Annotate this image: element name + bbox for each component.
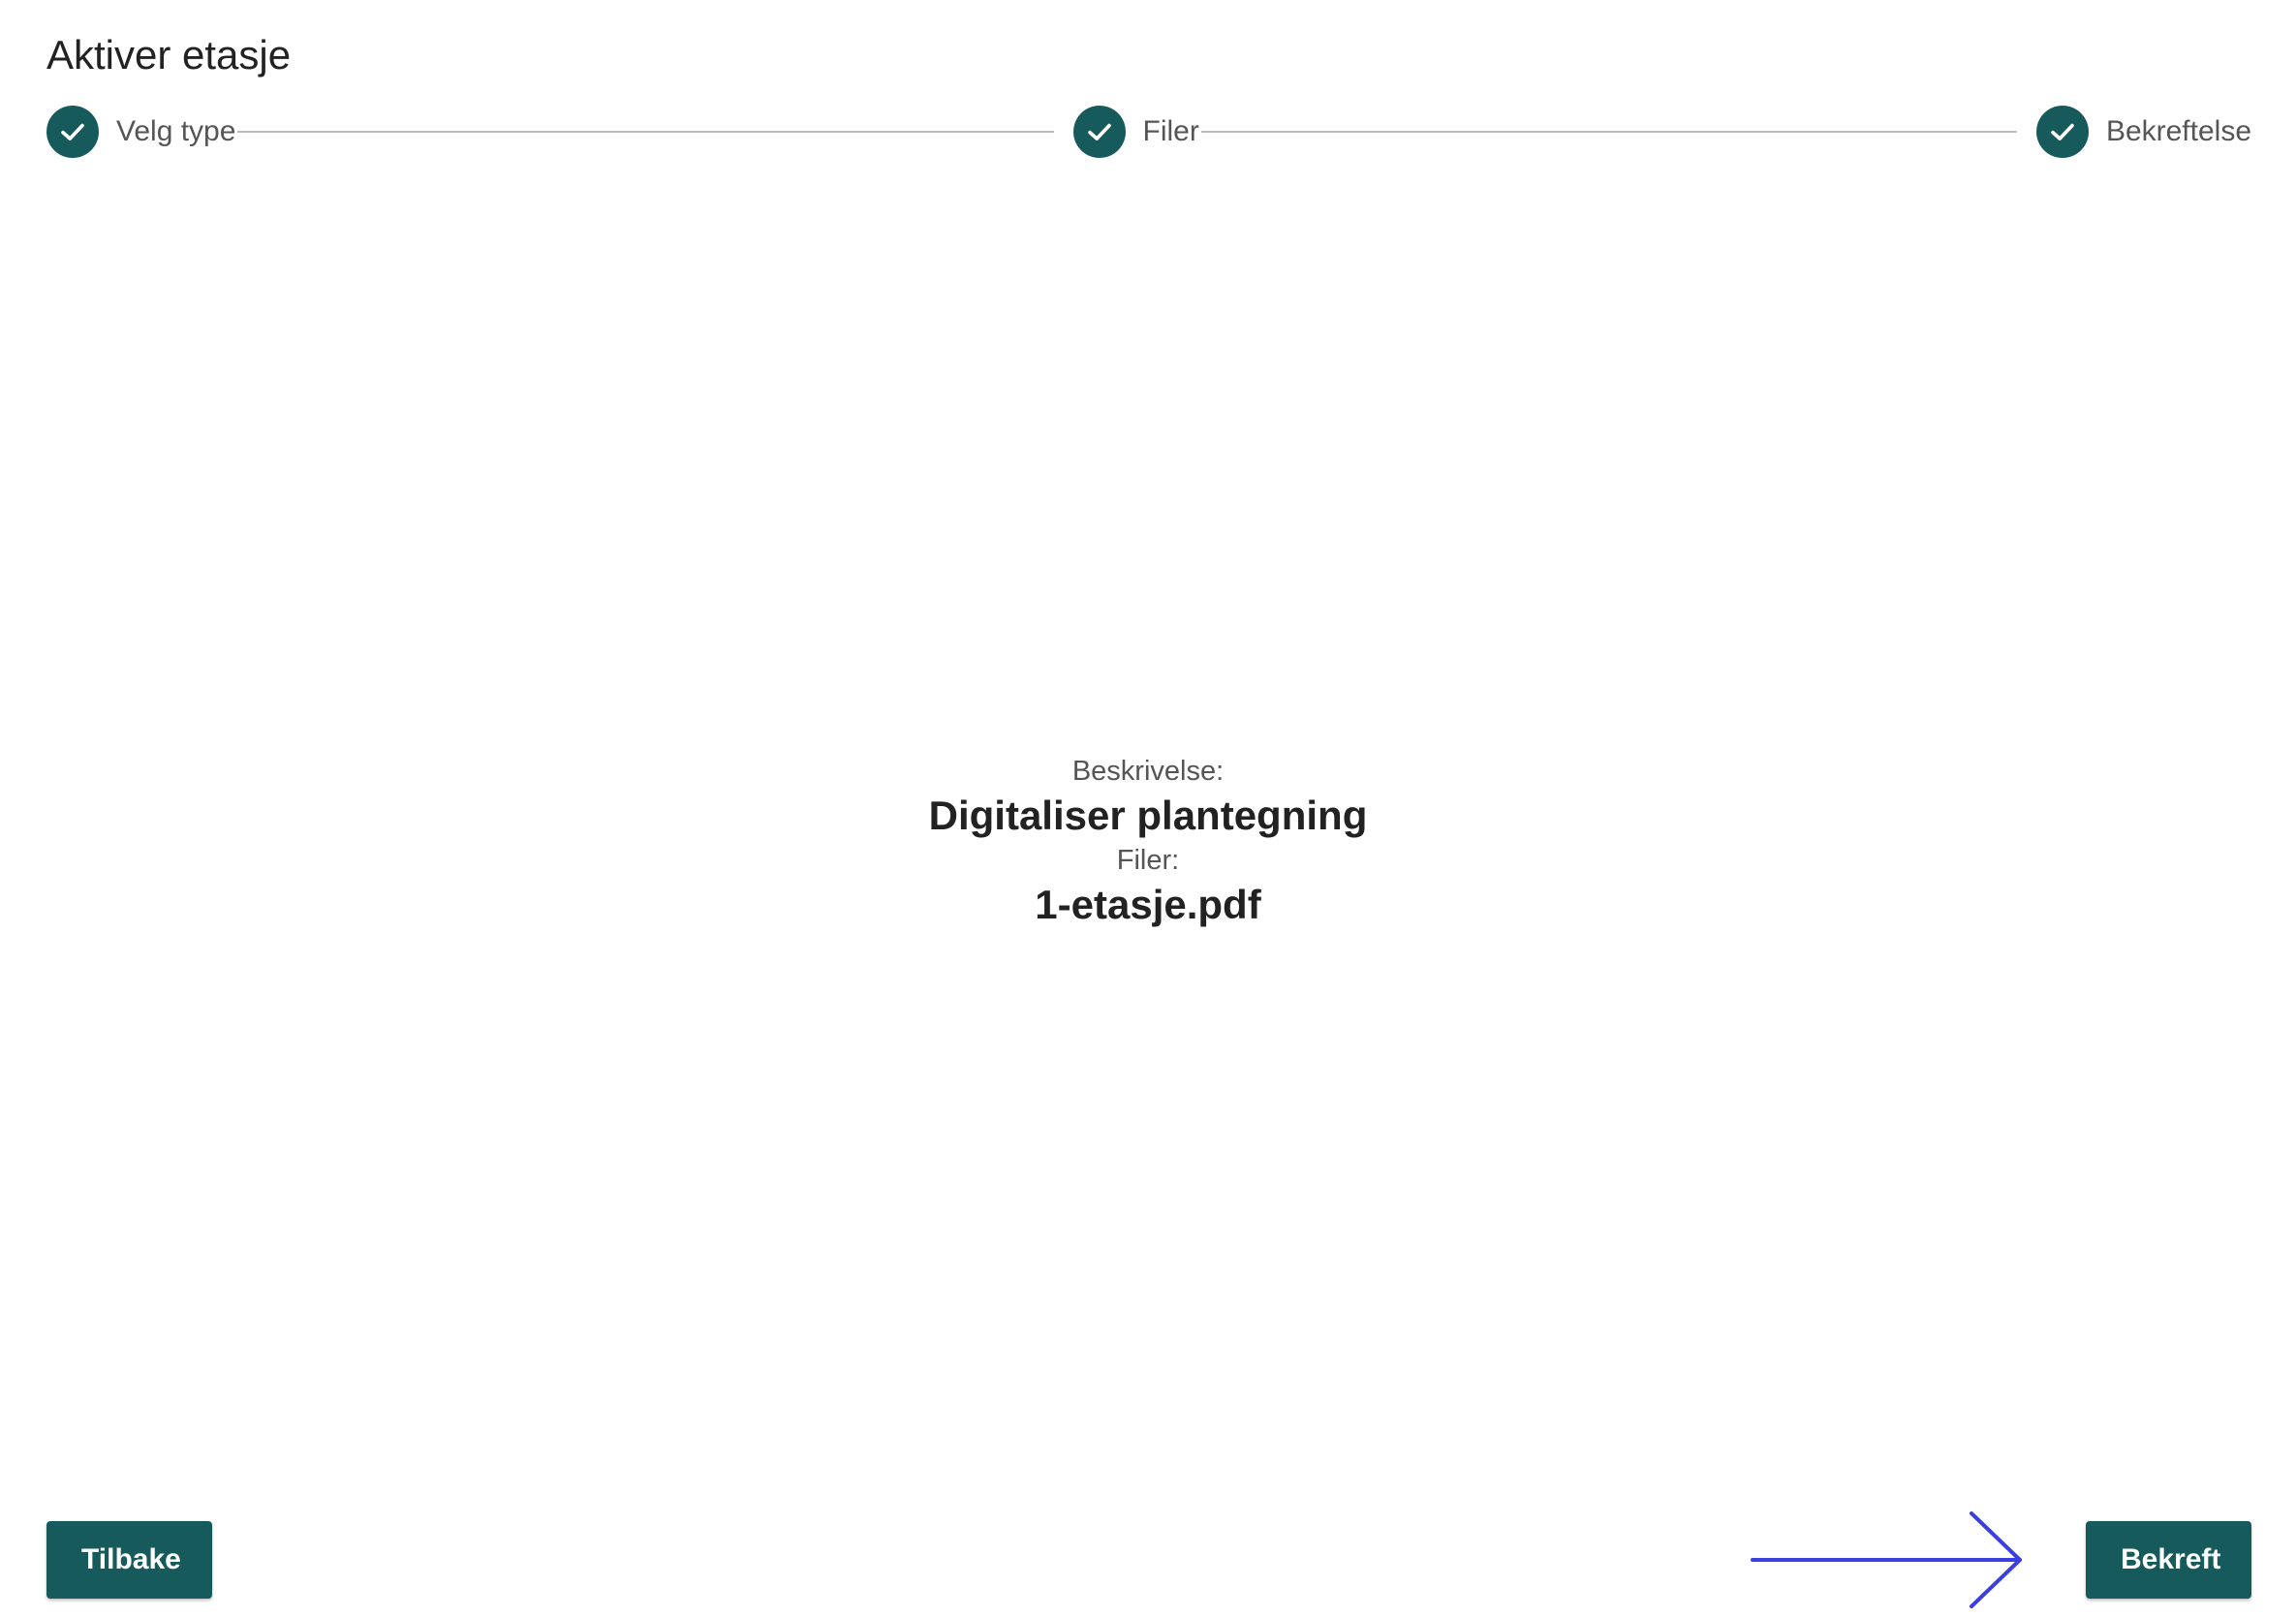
step-files[interactable]: Filer	[1072, 106, 1199, 158]
step-confirmation[interactable]: Bekreftelse	[2035, 106, 2252, 158]
check-icon	[1087, 123, 1111, 140]
files-label: Filer:	[1116, 845, 1180, 876]
step-label-confirmation: Bekreftelse	[2105, 115, 2252, 147]
step-completed-indicator	[2035, 106, 2089, 158]
stepper: Velg type Filer Bekreftelse	[47, 105, 2251, 159]
step-select-type[interactable]: Velg type	[47, 106, 235, 158]
arrow-right-icon	[1751, 1511, 2022, 1608]
step-connector	[1200, 131, 2017, 133]
step-label-select-type: Velg type	[116, 115, 236, 147]
check-icon	[61, 123, 84, 140]
back-button[interactable]: Tilbake	[47, 1521, 212, 1599]
confirm-button[interactable]: Bekreft	[2086, 1521, 2251, 1599]
confirmation-summary: Beskrivelse: Digitaliser plantegning Fil…	[0, 752, 2296, 930]
files-value: 1-etasje.pdf	[1035, 882, 1261, 927]
step-completed-indicator	[47, 106, 99, 158]
step-label-files: Filer	[1142, 115, 1199, 147]
activate-floor-dialog: Aktiver etasje Velg type Filer Bekreftel…	[0, 0, 2296, 1618]
check-icon	[2051, 123, 2074, 140]
description-value: Digitaliser plantegning	[928, 793, 1368, 838]
description-label: Beskrivelse:	[1071, 756, 1225, 787]
step-completed-indicator	[1072, 106, 1126, 158]
step-connector	[237, 131, 1054, 133]
page-title: Aktiver etasje	[47, 32, 292, 78]
